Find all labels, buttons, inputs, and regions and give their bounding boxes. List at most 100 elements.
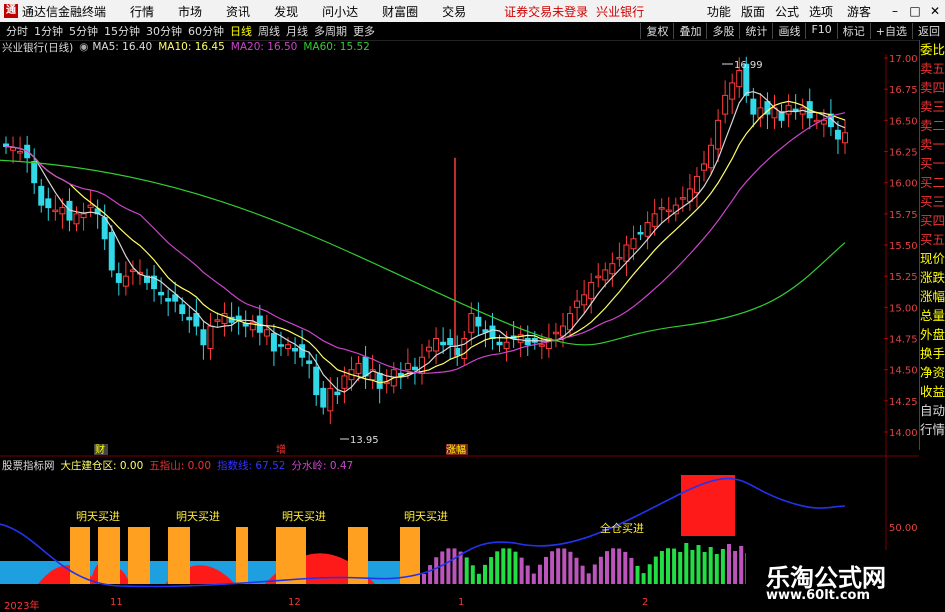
close-icon[interactable]: ✕ [925, 4, 945, 18]
hist-bar [556, 548, 561, 584]
marker-1: 财 [95, 443, 105, 456]
candle-body [475, 316, 482, 327]
candle-body [158, 291, 165, 296]
candle-body [179, 304, 186, 315]
hist-bar [684, 543, 689, 584]
period-tab-6[interactable]: 日线 [230, 23, 252, 39]
sidebar-item-16[interactable]: 换手 [920, 344, 945, 363]
guest-label[interactable]: 游客 [847, 3, 871, 20]
candle-body [630, 238, 637, 250]
hist-bar [464, 557, 469, 584]
sidebar-item-1[interactable]: 卖五 [920, 59, 945, 78]
sidebar-item-5[interactable]: 卖一 [920, 135, 945, 154]
sidebar-item-8[interactable]: 买三 [920, 192, 945, 211]
maximize-icon[interactable]: □ [905, 4, 925, 18]
candle-body [623, 244, 630, 262]
sidebar-item-7[interactable]: 买二 [920, 173, 945, 192]
tool-button-1[interactable]: 叠加 [673, 23, 706, 39]
period-tab-4[interactable]: 30分钟 [146, 23, 182, 39]
hist-bar [562, 548, 567, 584]
hist-bar [507, 548, 512, 584]
candle-body [186, 316, 193, 321]
period-tab-10[interactable]: 更多 [353, 23, 375, 39]
sidebar-item-14[interactable]: 总量 [920, 306, 945, 325]
hist-bar [531, 573, 536, 584]
hist-bar [550, 551, 555, 584]
hist-bar [720, 549, 725, 584]
login-notice[interactable]: 证券交易未登录 [504, 3, 588, 20]
right-menu-item-0[interactable]: 功能 [707, 3, 731, 20]
right-menu-item-1[interactable]: 版面 [741, 3, 765, 20]
period-tab-3[interactable]: 15分钟 [104, 23, 140, 39]
app-title: 通达信金融终端 [22, 4, 107, 19]
kline-chart[interactable]: 17.00 16.75 16.50 16.25 16.00 15.75 15.50 15.25… [0, 54, 919, 597]
hist-bar [727, 544, 731, 584]
hist-bar [714, 554, 719, 584]
candle-body [736, 69, 743, 88]
tool-button-7[interactable]: +自选 [869, 23, 912, 39]
menu-item-2[interactable]: 资讯 [226, 3, 250, 20]
period-tab-5[interactable]: 60分钟 [188, 23, 224, 39]
sidebar-item-12[interactable]: 涨跌 [920, 268, 945, 287]
candle-body [686, 188, 693, 202]
candle-body [637, 232, 644, 235]
tool-button-8[interactable]: 返回 [912, 23, 945, 39]
menu-item-4[interactable]: 问小达 [322, 3, 358, 20]
sidebar-item-9[interactable]: 买四 [920, 211, 945, 230]
sidebar-item-18[interactable]: 收益 [920, 382, 945, 401]
chart-tools: 复权 叠加 多股 统计 画线 F10 标记 +自选 返回 [640, 23, 945, 39]
menu-item-1[interactable]: 市场 [178, 3, 202, 20]
buy-bar [168, 527, 190, 584]
menu-item-6[interactable]: 交易 [442, 3, 466, 20]
candle-body [581, 294, 588, 306]
sidebar-item-6[interactable]: 买一 [920, 154, 945, 173]
hist-bar [537, 564, 542, 584]
tool-button-3[interactable]: 统计 [739, 23, 772, 39]
time-tick-2: 12 [288, 597, 301, 608]
hist-bar [623, 551, 628, 584]
sidebar-item-15[interactable]: 外盘 [920, 325, 945, 344]
period-tab-2[interactable]: 5分钟 [69, 23, 98, 39]
right-menu-item-3[interactable]: 选项 [809, 3, 833, 20]
price-label: 15.50 [889, 241, 918, 252]
candle-body [108, 232, 115, 271]
hist-bar [696, 545, 701, 584]
tool-button-5[interactable]: F10 [805, 23, 836, 39]
hist-bar [672, 548, 677, 584]
period-tab-8[interactable]: 月线 [286, 23, 308, 39]
buy-label-0: 明天买进 [76, 510, 120, 523]
sidebar-item-10[interactable]: 买五 [920, 230, 945, 249]
settings-icon[interactable]: ◉ [79, 41, 88, 53]
menu-item-3[interactable]: 发现 [274, 3, 298, 20]
tool-button-4[interactable]: 画线 [772, 23, 805, 39]
period-tab-9[interactable]: 多周期 [314, 23, 347, 39]
tool-button-6[interactable]: 标记 [836, 23, 870, 39]
sidebar-item-2[interactable]: 卖四 [920, 78, 945, 97]
sidebar-item-4[interactable]: 卖二 [920, 116, 945, 135]
sidebar-item-20[interactable]: 自动 [920, 401, 945, 420]
sidebar-item-21[interactable]: 行情 [920, 420, 945, 439]
time-tick-3: 1 [458, 597, 465, 608]
stock-tab[interactable]: 兴业银行 [596, 3, 644, 20]
menu-item-0[interactable]: 行情 [130, 3, 154, 20]
sidebar-item-3[interactable]: 卖三 [920, 97, 945, 116]
marker-2: 增 [276, 443, 286, 456]
candle-body [489, 325, 496, 340]
menu-item-5[interactable]: 财富圈 [382, 3, 418, 20]
hist-bar [647, 564, 652, 584]
sidebar-item-11[interactable]: 现价 [920, 249, 945, 268]
period-tab-7[interactable]: 周线 [258, 23, 280, 39]
tool-button-0[interactable]: 复权 [640, 23, 673, 39]
period-tab-1[interactable]: 1分钟 [34, 23, 63, 39]
candle-body [538, 344, 545, 347]
sidebar-item-0[interactable]: 委比 [920, 40, 945, 59]
sidebar-item-17[interactable]: 净资 [920, 363, 945, 382]
minimize-icon[interactable]: – [885, 4, 905, 18]
indicator-name[interactable]: 股票指标网 [2, 458, 55, 473]
period-tab-0[interactable]: 分时 [6, 23, 28, 39]
window-controls: – □ ✕ [885, 4, 945, 18]
candle-body [165, 298, 172, 302]
right-menu-item-2[interactable]: 公式 [775, 3, 799, 20]
sidebar-item-13[interactable]: 涨幅 [920, 287, 945, 306]
tool-button-2[interactable]: 多股 [706, 23, 739, 39]
